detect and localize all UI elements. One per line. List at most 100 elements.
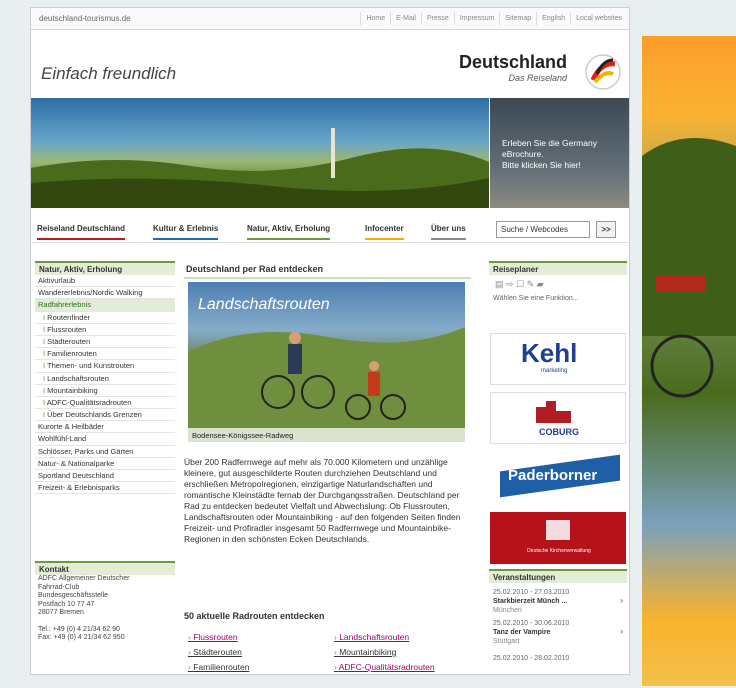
routes-title: 50 aktuelle Radrouten entdecken <box>184 611 325 621</box>
slogan: Einfach freundlich <box>41 64 177 83</box>
left-nav-item[interactable]: Kurorte & Heilbäder <box>35 421 175 434</box>
export-icon[interactable]: ⇨ <box>506 279 514 289</box>
nav-natur[interactable]: Natur, Aktiv, Erholung <box>247 224 331 240</box>
background-bike-icon <box>642 138 736 398</box>
edit-icon[interactable]: ✎ <box>527 279 535 289</box>
print-icon[interactable]: ▤ <box>495 279 504 289</box>
contact-line: Fax: +49 (0) 4 21/34 62 950 <box>38 634 125 641</box>
chevron-right-icon: › <box>620 596 623 605</box>
contact-line: Fahrrad-Club <box>38 583 80 591</box>
ad-kehl-title: Kehl <box>521 338 578 368</box>
left-nav-item[interactable]: Sportland Deutschland <box>35 470 175 483</box>
bookmark-icon[interactable]: ☐ <box>516 279 524 289</box>
nav-reiseland[interactable]: Reiseland Deutschland <box>37 224 126 240</box>
top-nav: Home E-Mail Presse Impressum Sitemap Eng… <box>360 12 627 25</box>
left-nav-item-active[interactable]: Radfahrerlebnis <box>35 299 175 312</box>
left-nav-subitem[interactable]: Familienrouten <box>35 348 175 361</box>
event-item[interactable]: 25.02.2010 - 30.06.2010 Tanz der Vampire… <box>493 619 623 646</box>
left-nav-subitem[interactable]: Themen- und Kunstrouten <box>35 360 175 373</box>
left-nav-title: Natur, Aktiv, Erholung <box>35 261 175 275</box>
event-date: 25.02.2010 - 27.03.2010 <box>493 589 570 596</box>
nav-infocenter[interactable]: Infocenter <box>365 224 404 240</box>
route-link-adfc[interactable]: ADFC-Qualitätsradrouten <box>334 662 435 672</box>
event-title: Tanz der Vampire <box>493 629 551 636</box>
web-page: deutschland-tourismus.de Home E-Mail Pre… <box>30 7 630 675</box>
route-link-mountainbiking[interactable]: Mountainbiking <box>334 647 396 657</box>
nav-ueber-uns[interactable]: Über uns <box>431 224 466 240</box>
contact-line: Tel.: +49 (0) 4 21/34 62 90 <box>38 625 120 633</box>
background-strip <box>642 0 736 36</box>
brand[interactable]: Deutschland Das Reiseland <box>459 52 567 83</box>
top-link-presse[interactable]: Presse <box>421 12 454 25</box>
contact-line: ADFC Allgemeiner Deutscher <box>38 575 130 582</box>
top-link-local[interactable]: Local websites <box>570 12 627 25</box>
search-button[interactable]: >> <box>596 221 616 238</box>
promo-line: Bitte klicken Sie hier! <box>502 160 581 170</box>
left-nav: Natur, Aktiv, Erholung Aktivurlaub Wande… <box>35 261 175 495</box>
left-nav-subitem[interactable]: Städterouten <box>35 336 175 349</box>
ad-paderborn-title: Paderborner <box>508 467 598 484</box>
left-nav-item[interactable]: Wohlfühl-Land <box>35 433 175 446</box>
left-nav-item[interactable]: Wandererlebnis/Nordic Walking <box>35 287 175 300</box>
top-link-sitemap[interactable]: Sitemap <box>499 12 536 25</box>
ad-kirche-text: Deutsche Kirchenverwaltung <box>527 548 591 554</box>
left-nav-subitem[interactable]: Flussrouten <box>35 324 175 336</box>
planer-icons: ▤ ⇨ ☐ ✎ ▰ <box>495 279 544 290</box>
contact-spacer <box>35 618 175 626</box>
feature-image-title: Landschaftsrouten <box>198 296 330 313</box>
contact-line: Postfach 10 77 47 <box>38 600 95 608</box>
promo-line: Erleben Sie die Germany <box>502 138 597 148</box>
ad-kirche[interactable]: Deutsche Kirchenverwaltung <box>490 512 626 564</box>
event-item[interactable]: 25.02.2010 - 28.02.2010 <box>493 654 623 663</box>
promo-line: eBrochure. <box>502 149 544 159</box>
left-nav-subitem[interactable]: Über Deutschlands Grenzen <box>35 409 175 422</box>
left-nav-item[interactable]: Schlösser, Parks und Gärten <box>35 446 175 458</box>
top-link-home[interactable]: Home <box>360 12 390 25</box>
top-bar: deutschland-tourismus.de Home E-Mail Pre… <box>31 8 629 30</box>
right-column: Reiseplaner ▤ ⇨ ☐ ✎ ▰ Wählen Sie eine Fu… <box>489 261 627 662</box>
left-nav-item[interactable]: Natur- & Nationalparke <box>35 458 175 470</box>
left-nav-subitem[interactable]: Landschaftsrouten <box>35 373 175 385</box>
route-link-landschaftsrouten[interactable]: Landschaftsrouten <box>334 632 409 642</box>
ad-paderborn[interactable]: Paderborner <box>490 451 626 503</box>
left-nav-subitem[interactable]: ADFC-Qualitätsradrouten <box>35 397 175 410</box>
contact-title: Kontakt <box>35 561 175 575</box>
event-item[interactable]: 25.02.2010 - 27.03.2010 Starkbierzeit Mü… <box>493 588 623 615</box>
background-image-strip <box>642 36 736 686</box>
site-domain: deutschland-tourismus.de <box>39 14 131 23</box>
top-link-english[interactable]: English <box>536 12 570 25</box>
top-link-impressum[interactable]: Impressum <box>453 12 500 25</box>
nav-kultur[interactable]: Kultur & Erlebnis <box>153 224 219 240</box>
planer-text: Wählen Sie eine Funktion... <box>493 295 579 302</box>
contact-box: Kontakt ADFC Allgemeiner Deutscher Fahrr… <box>35 561 175 643</box>
brand-sub: Das Reiseland <box>508 73 567 83</box>
left-nav-item[interactable]: Aktivurlaub <box>35 275 175 288</box>
route-link-familienrouten[interactable]: Familienrouten <box>188 662 249 672</box>
top-link-email[interactable]: E-Mail <box>390 12 421 25</box>
route-link-flussrouten[interactable]: Flussrouten <box>188 632 237 642</box>
folder-icon[interactable]: ▰ <box>537 279 544 289</box>
content-title: Deutschland per Rad entdecken <box>184 261 471 279</box>
left-nav-subitem[interactable]: Mountainbiking <box>35 385 175 397</box>
feature-image[interactable]: Landschaftsrouten Bodensee-Königssee-Rad… <box>188 282 465 442</box>
ad-coburg[interactable]: COBURG <box>490 392 626 444</box>
coburg-skyline-icon <box>536 401 571 423</box>
contact-line: Bundesgeschäftsstelle <box>38 592 109 599</box>
feature-image-caption: Bodensee-Königssee-Radweg <box>188 428 465 442</box>
brand-name: Deutschland <box>459 52 568 72</box>
left-nav-item[interactable]: Freizeit- & Erlebnisparks <box>35 482 175 495</box>
left-nav-subitem[interactable]: Routenfinder <box>35 312 175 324</box>
content-body: Über 200 Radfernwege auf mehr als 70.000… <box>184 457 461 544</box>
contact-line: 28077 Bremen <box>38 609 84 616</box>
reiseplaner-title: Reiseplaner <box>489 261 627 275</box>
search-input[interactable]: Suche / Webcodes <box>496 221 590 238</box>
event-date: 25.02.2010 - 28.02.2010 <box>493 655 570 662</box>
panorama-landscape-icon <box>31 128 489 208</box>
hero-panorama-image <box>31 98 489 208</box>
event-location: München <box>493 607 522 614</box>
route-link-staedterouten[interactable]: Städterouten <box>188 647 242 657</box>
ad-kehl-sub: marketing <box>541 368 568 374</box>
ad-kehl[interactable]: Kehl marketing <box>490 333 626 385</box>
ebrochure-promo[interactable]: Erleben Sie die Germany eBrochure. Bitte… <box>490 98 629 208</box>
ad-coburg-title: COBURG <box>539 427 579 437</box>
